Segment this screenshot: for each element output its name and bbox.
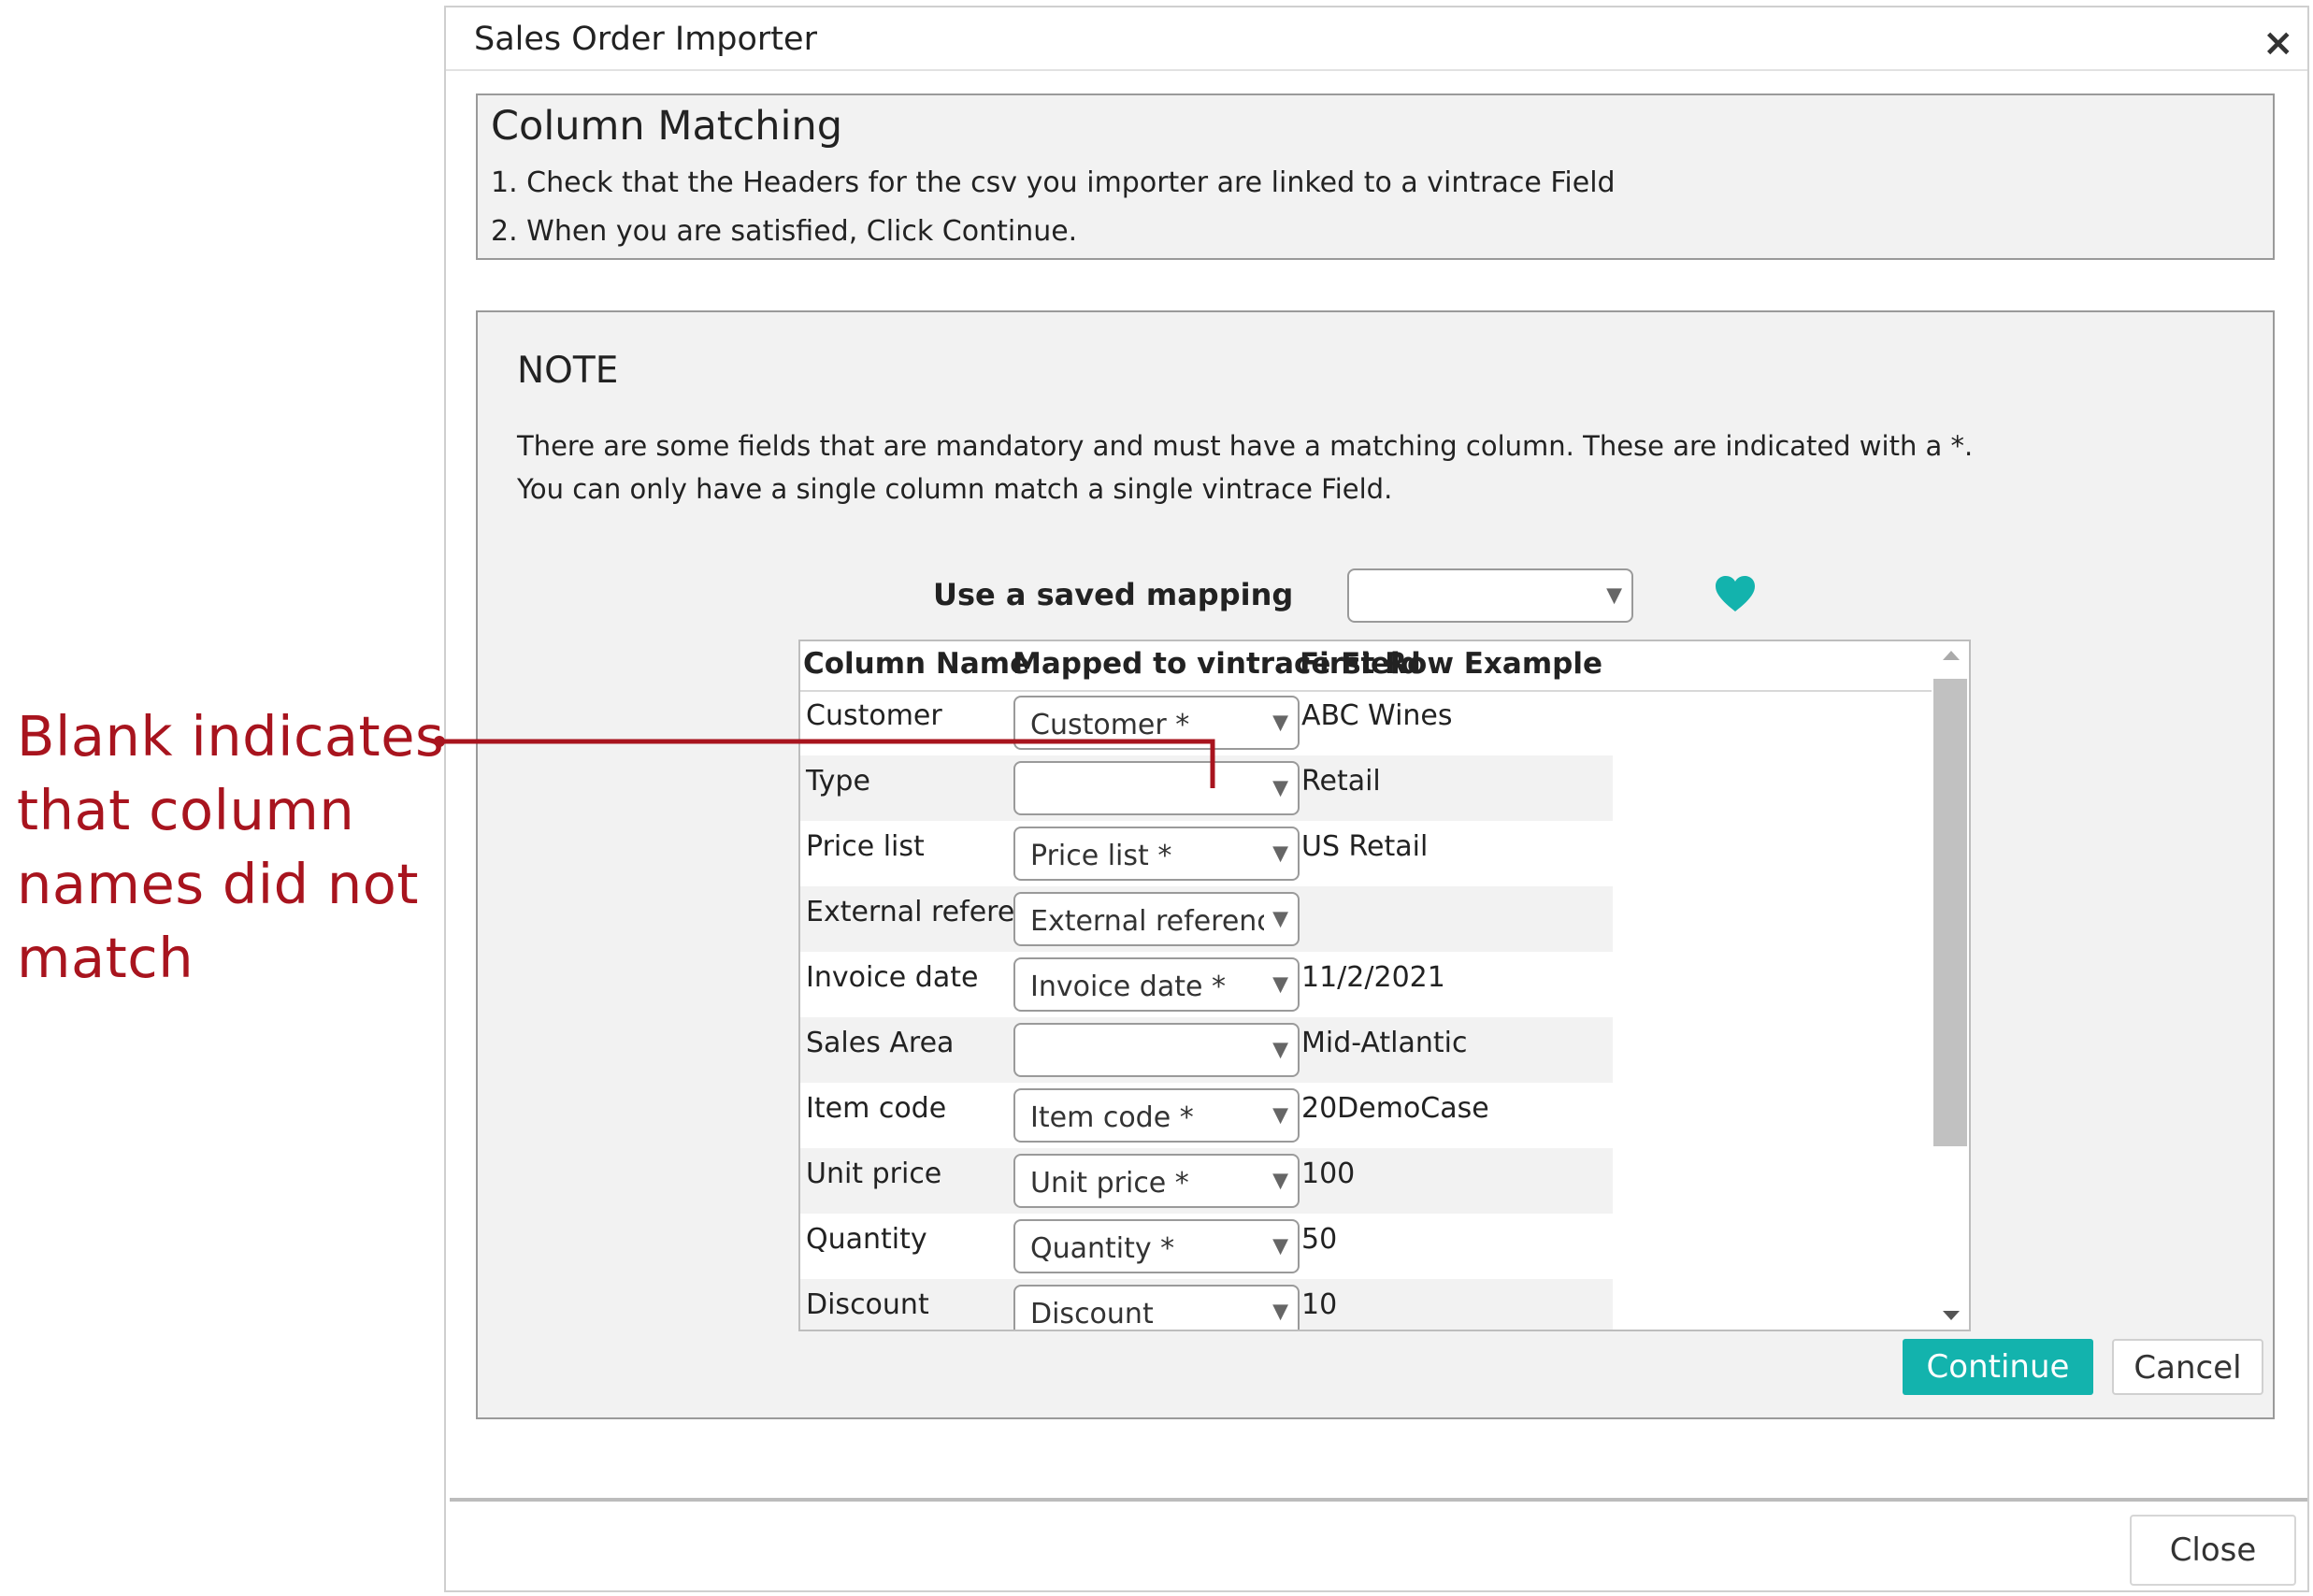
- example-cell: 10: [1301, 1288, 1338, 1321]
- table-row: External reference External referenc ▼: [800, 886, 1613, 952]
- mapped-field-select[interactable]: Price list * ▼: [1013, 827, 1300, 881]
- mapped-field-select[interactable]: Unit price * ▼: [1013, 1154, 1300, 1208]
- chevron-down-icon: ▼: [1272, 1038, 1288, 1062]
- dialog-title: Sales Order Importer: [474, 21, 817, 58]
- example-cell: 100: [1301, 1157, 1356, 1190]
- chevron-down-icon: ▼: [1606, 583, 1622, 608]
- mapped-field-select[interactable]: Quantity * ▼: [1013, 1219, 1300, 1273]
- mapped-field-value: Unit price *: [1030, 1167, 1189, 1200]
- continue-button[interactable]: Continue: [1903, 1339, 2093, 1395]
- table-row: Unit price Unit price * ▼ 100: [800, 1148, 1613, 1214]
- column-name-cell: Discount: [806, 1288, 929, 1321]
- sales-order-importer-dialog: Sales Order Importer × Column Matching 1…: [444, 6, 2309, 1592]
- column-name-cell: Unit price: [806, 1157, 942, 1190]
- scroll-down-arrow-icon[interactable]: [1943, 1311, 1960, 1320]
- example-cell: 20DemoCase: [1301, 1092, 1489, 1125]
- example-cell: 11/2/2021: [1301, 961, 1445, 994]
- example-cell: Mid-Atlantic: [1301, 1027, 1468, 1059]
- grid-header: Column Name Mapped to vintrace Field Fir…: [800, 641, 1933, 692]
- table-row: Sales Area ▼ Mid-Atlantic: [800, 1017, 1613, 1083]
- mapped-field-value: External referenc: [1030, 905, 1264, 938]
- chevron-down-icon: ▼: [1272, 972, 1288, 997]
- header-column-name: Column Name: [803, 647, 1030, 681]
- chevron-down-icon: ▼: [1272, 907, 1288, 931]
- example-cell: Retail: [1301, 765, 1381, 798]
- column-name-cell: Quantity: [806, 1223, 927, 1256]
- chevron-down-icon: ▼: [1272, 1234, 1288, 1258]
- instructions-panel: Column Matching 1. Check that the Header…: [476, 93, 2275, 260]
- mapped-field-value: Price list *: [1030, 840, 1172, 872]
- chevron-down-icon: ▼: [1272, 841, 1288, 866]
- note-text-single: You can only have a single column match …: [517, 473, 1393, 505]
- mapped-field-select[interactable]: Discount ▼: [1013, 1285, 1300, 1330]
- dialog-titlebar: Sales Order Importer ×: [446, 7, 2307, 71]
- instruction-step-2: 2. When you are satisfied, Click Continu…: [491, 215, 1078, 248]
- example-cell: US Retail: [1301, 830, 1429, 863]
- mapped-field-select[interactable]: ▼: [1013, 1023, 1300, 1077]
- mapped-field-value: Invoice date *: [1030, 971, 1226, 1003]
- close-icon[interactable]: ×: [2263, 24, 2294, 62]
- column-name-cell: Invoice date: [806, 961, 979, 994]
- table-row: Item code Item code * ▼ 20DemoCase: [800, 1083, 1613, 1148]
- instruction-step-1: 1. Check that the Headers for the csv yo…: [491, 166, 1616, 199]
- heart-icon[interactable]: [1714, 574, 1757, 613]
- mapped-field-select[interactable]: ▼: [1013, 761, 1300, 815]
- table-row: Price list Price list * ▼ US Retail: [800, 821, 1613, 886]
- mapped-field-value: Item code *: [1030, 1101, 1194, 1134]
- chevron-down-icon: ▼: [1272, 1300, 1288, 1324]
- mapped-field-value: Customer *: [1030, 709, 1190, 741]
- annotation-callout: Blank indicates that column names did no…: [17, 699, 447, 995]
- section-heading: Column Matching: [491, 103, 843, 150]
- cancel-button[interactable]: Cancel: [2112, 1339, 2263, 1395]
- column-mapping-grid: Column Name Mapped to vintrace Field Fir…: [798, 640, 1971, 1331]
- mapped-field-value: Discount: [1030, 1298, 1154, 1330]
- annotation-line: match: [17, 926, 194, 990]
- example-cell: ABC Wines: [1301, 699, 1453, 732]
- note-text-mandatory: There are some fields that are mandatory…: [517, 430, 1974, 462]
- scroll-thumb[interactable]: [1933, 679, 1967, 1146]
- table-row: Type ▼ Retail: [800, 755, 1613, 821]
- column-name-cell: Customer: [806, 699, 942, 732]
- annotation-line: Blank indicates: [17, 704, 445, 769]
- scroll-up-arrow-icon[interactable]: [1943, 651, 1960, 660]
- chevron-down-icon: ▼: [1272, 776, 1288, 800]
- annotation-line: names did not: [17, 852, 419, 916]
- column-matching-panel: NOTE There are some fields that are mand…: [476, 310, 2275, 1419]
- grid-scrollbar[interactable]: [1932, 641, 1969, 1330]
- mapped-field-select[interactable]: External referenc ▼: [1013, 892, 1300, 946]
- chevron-down-icon: ▼: [1272, 1169, 1288, 1193]
- example-cell: 50: [1301, 1223, 1338, 1256]
- grid-rows: Customer Customer * ▼ ABC Wines Type ▼ Re…: [800, 690, 1613, 1330]
- annotation-line: that column: [17, 778, 355, 842]
- saved-mapping-label: Use a saved mapping: [933, 577, 1294, 612]
- chevron-down-icon: ▼: [1272, 711, 1288, 735]
- footer-divider: [450, 1498, 2307, 1502]
- table-row: Quantity Quantity * ▼ 50: [800, 1214, 1613, 1279]
- chevron-down-icon: ▼: [1272, 1103, 1288, 1128]
- table-row: Customer Customer * ▼ ABC Wines: [800, 690, 1613, 755]
- column-name-cell: Type: [806, 765, 870, 798]
- mapped-field-select[interactable]: Item code * ▼: [1013, 1088, 1300, 1143]
- column-name-cell: Item code: [806, 1092, 947, 1125]
- close-button[interactable]: Close: [2130, 1515, 2296, 1586]
- mapped-field-select[interactable]: Customer * ▼: [1013, 696, 1300, 750]
- mapped-field-value: Quantity *: [1030, 1232, 1175, 1265]
- column-name-cell: Price list: [806, 830, 925, 863]
- header-first-row-example: First Row Example: [1300, 647, 1602, 681]
- note-heading: NOTE: [517, 350, 619, 392]
- mapped-field-select[interactable]: Invoice date * ▼: [1013, 957, 1300, 1012]
- table-row: Discount Discount ▼ 10: [800, 1279, 1613, 1330]
- saved-mapping-select[interactable]: ▼: [1347, 568, 1633, 623]
- column-name-cell: Sales Area: [806, 1027, 955, 1059]
- table-row: Invoice date Invoice date * ▼ 11/2/2021: [800, 952, 1613, 1017]
